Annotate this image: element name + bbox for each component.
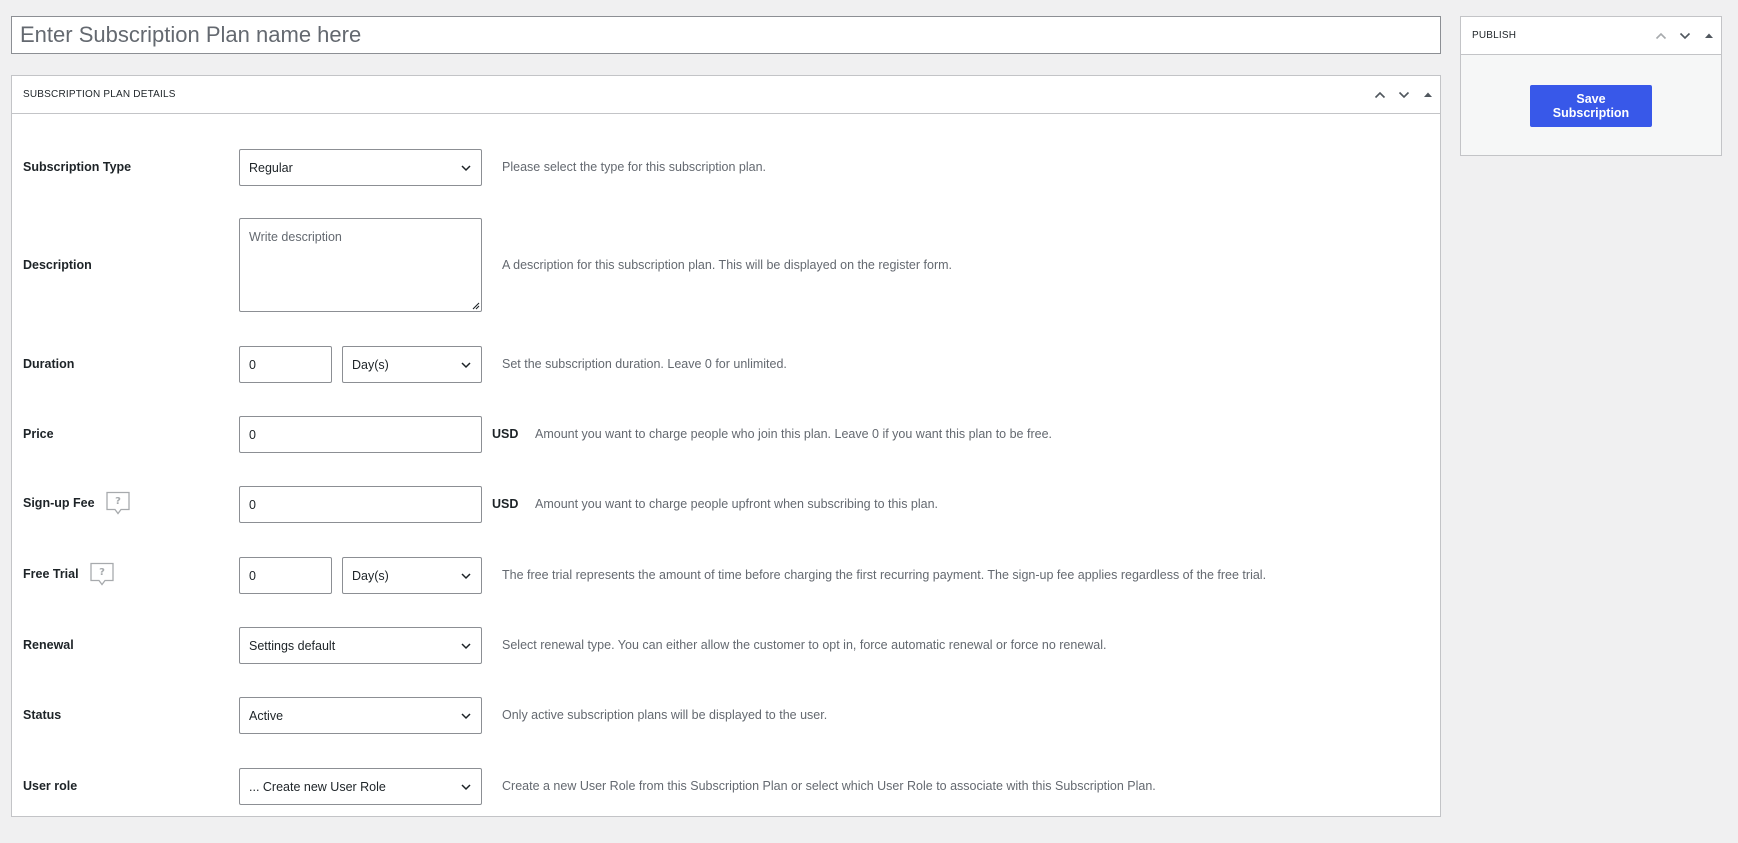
signup-fee-label-group: Sign-up Fee ? xyxy=(23,491,130,515)
publish-box-header: PUBLISH xyxy=(1461,17,1721,55)
details-box-header: SUBSCRIPTION PLAN DETAILS xyxy=(12,76,1440,114)
subscription-type-label: Subscription Type xyxy=(23,160,132,174)
free-trial-description: The free trial represents the amount of … xyxy=(502,568,1267,582)
description-label: Description xyxy=(23,258,92,272)
free-trial-unit-value: Day(s) xyxy=(352,568,389,583)
duration-label: Duration xyxy=(23,357,75,371)
svg-text:?: ? xyxy=(99,567,105,578)
price-value: 0 xyxy=(249,427,256,442)
details-box-handle-actions xyxy=(1368,76,1440,113)
price-input[interactable]: 0 xyxy=(239,416,482,453)
dropdown-chevron-icon xyxy=(461,572,471,579)
dropdown-chevron-icon xyxy=(461,164,471,171)
signup-fee-currency: USD xyxy=(492,497,519,511)
free-trial-label: Free Trial xyxy=(23,567,79,581)
duration-unit-value: Day(s) xyxy=(352,357,389,372)
details-box-title: SUBSCRIPTION PLAN DETAILS xyxy=(23,89,176,100)
signup-fee-input[interactable]: 0 xyxy=(239,486,482,523)
renewal-select[interactable]: Settings default xyxy=(239,627,482,664)
resize-grip-icon[interactable] xyxy=(470,300,480,310)
chevron-down-icon xyxy=(1398,91,1410,98)
dropdown-chevron-icon xyxy=(461,783,471,790)
free-trial-unit-select[interactable]: Day(s) xyxy=(342,557,482,594)
user-role-description: Create a new User Role from this Subscri… xyxy=(502,779,1156,793)
renewal-value: Settings default xyxy=(249,638,336,653)
free-trial-input[interactable]: 0 xyxy=(239,557,332,594)
move-down-button[interactable] xyxy=(1392,76,1416,114)
duration-unit-select[interactable]: Day(s) xyxy=(342,346,482,383)
save-subscription-button[interactable]: Save Subscription xyxy=(1530,85,1652,127)
user-role-value: ... Create new User Role xyxy=(249,779,386,794)
status-select[interactable]: Active xyxy=(239,697,482,734)
subscription-type-description: Please select the type for this subscrip… xyxy=(502,160,767,174)
chevron-up-icon xyxy=(1655,32,1667,39)
description-placeholder: Write description xyxy=(249,230,342,244)
status-description: Only active subscription plans will be d… xyxy=(502,708,828,722)
user-role-select[interactable]: ... Create new User Role xyxy=(239,768,482,805)
move-up-button[interactable] xyxy=(1368,76,1392,114)
status-label: Status xyxy=(23,708,62,722)
plan-name-input[interactable] xyxy=(11,16,1441,54)
price-label: Price xyxy=(23,427,54,441)
move-down-button[interactable] xyxy=(1673,17,1697,55)
help-bubble-icon[interactable]: ? xyxy=(105,491,130,515)
chevron-up-icon xyxy=(1374,91,1386,98)
subscription-plan-details-box: SUBSCRIPTION PLAN DETAILS Subscription T… xyxy=(11,75,1441,817)
toggle-panel-button[interactable] xyxy=(1416,76,1440,114)
free-trial-value: 0 xyxy=(249,568,256,583)
publish-box-handle-actions xyxy=(1649,17,1721,54)
publish-box: PUBLISH Save Subscription xyxy=(1460,16,1722,156)
duration-value: 0 xyxy=(249,357,256,372)
renewal-label: Renewal xyxy=(23,638,74,652)
chevron-down-icon xyxy=(1679,32,1691,39)
user-role-label: User role xyxy=(23,779,78,793)
svg-text:?: ? xyxy=(115,496,121,507)
subscription-type-select[interactable]: Regular xyxy=(239,149,482,186)
free-trial-label-group: Free Trial ? xyxy=(23,562,114,586)
toggle-panel-button[interactable] xyxy=(1697,17,1721,55)
status-value: Active xyxy=(249,708,284,723)
duration-description: Set the subscription duration. Leave 0 f… xyxy=(502,357,787,371)
move-up-button[interactable] xyxy=(1649,17,1673,55)
renewal-description: Select renewal type. You can either allo… xyxy=(502,638,1107,652)
toggle-arrow-icon xyxy=(1705,33,1713,38)
description-textarea[interactable]: Write description xyxy=(239,218,482,312)
signup-fee-value: 0 xyxy=(249,497,256,512)
dropdown-chevron-icon xyxy=(461,712,471,719)
signup-fee-label: Sign-up Fee xyxy=(23,496,95,510)
help-bubble-icon[interactable]: ? xyxy=(89,562,114,586)
duration-input[interactable]: 0 xyxy=(239,346,332,383)
price-description: Amount you want to charge people who joi… xyxy=(535,427,1052,441)
subscription-type-value: Regular xyxy=(249,160,293,175)
toggle-arrow-icon xyxy=(1424,92,1432,97)
publish-box-title: PUBLISH xyxy=(1472,30,1517,41)
signup-fee-description: Amount you want to charge people upfront… xyxy=(535,497,939,511)
description-help-text: A description for this subscription plan… xyxy=(502,258,952,272)
dropdown-chevron-icon xyxy=(461,642,471,649)
price-currency: USD xyxy=(492,427,519,441)
dropdown-chevron-icon xyxy=(461,361,471,368)
